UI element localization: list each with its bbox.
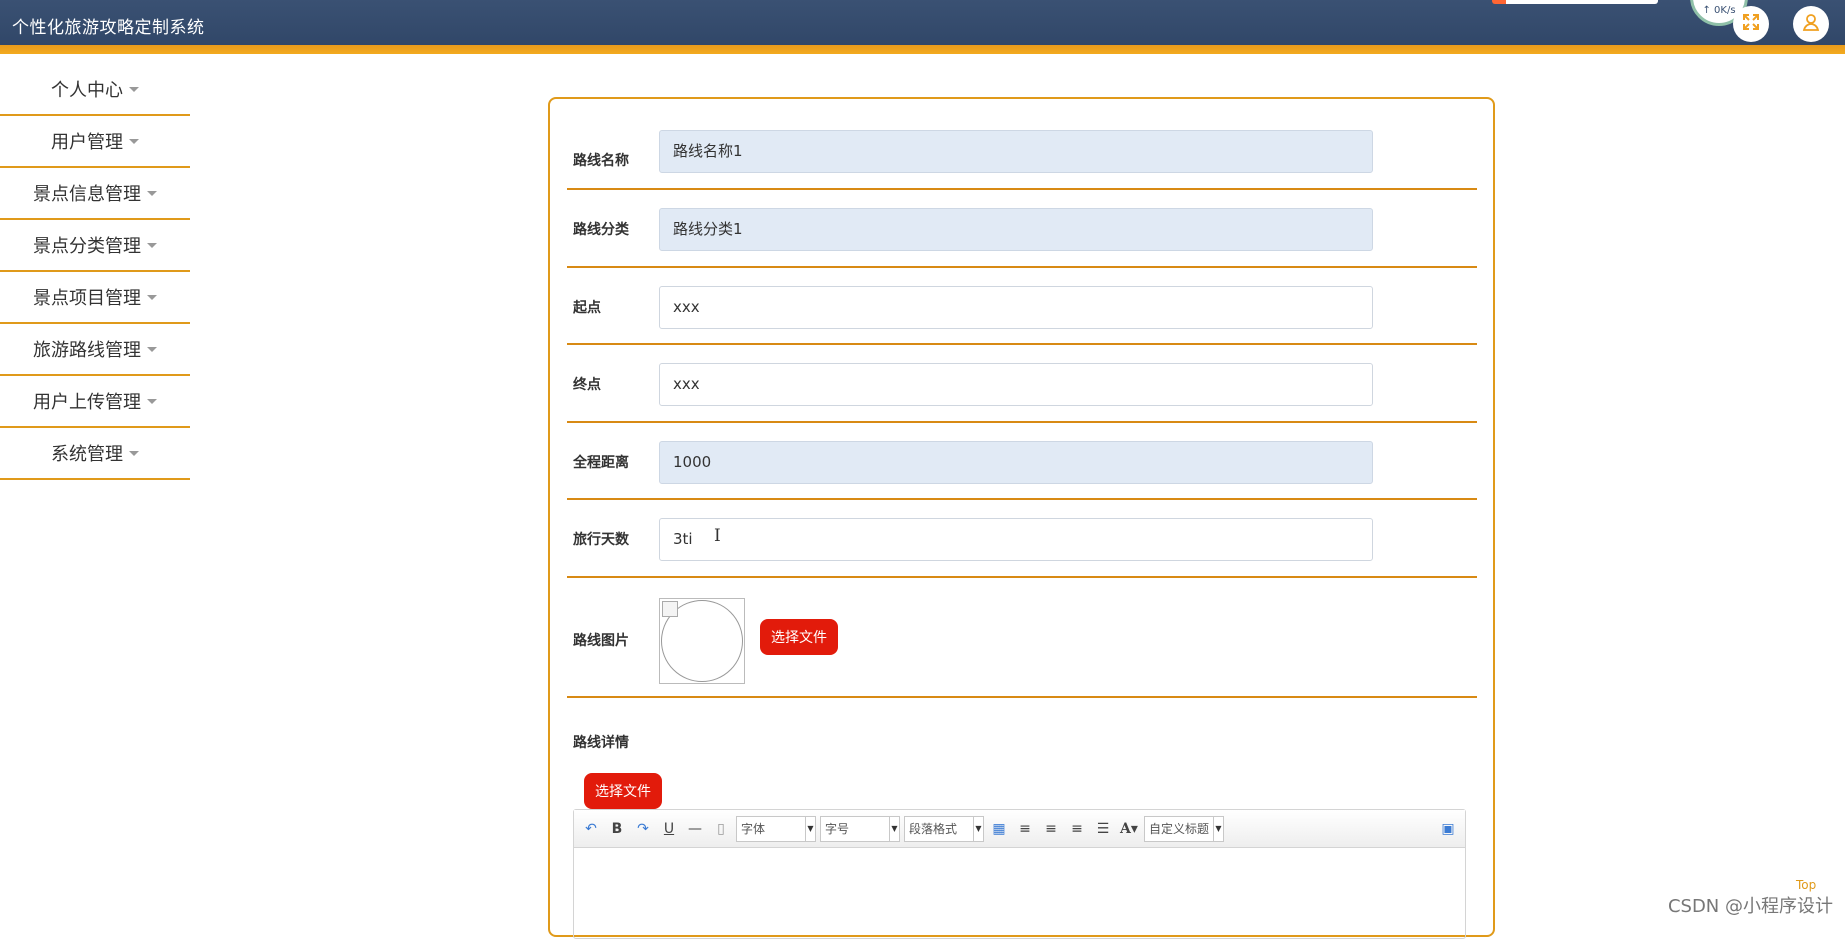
picture-label: 路线图片 bbox=[573, 630, 629, 650]
bold-icon[interactable]: B bbox=[606, 818, 628, 840]
sidebar-item-system[interactable]: 系统管理 bbox=[0, 428, 190, 480]
sidebar-item-user-uploads[interactable]: 用户上传管理 bbox=[0, 376, 190, 428]
caret-down-icon bbox=[147, 399, 157, 404]
dropdown-arrow-icon: ▼ bbox=[805, 817, 815, 841]
font-size-select[interactable]: 字号 ▼ bbox=[820, 816, 900, 842]
route-picture-preview bbox=[659, 598, 745, 684]
user-icon bbox=[1801, 12, 1821, 37]
distance-label: 全程距离 bbox=[573, 452, 629, 472]
top-header: 个性化旅游攻略定制系统 ↑ 0K/s bbox=[0, 0, 1845, 54]
caret-down-icon bbox=[129, 139, 139, 144]
distance-row: 全程距离 1000 bbox=[567, 423, 1477, 500]
route-name-label: 路线名称 bbox=[573, 150, 629, 170]
csdn-watermark: CSDN @小程序设计 bbox=[1668, 892, 1833, 918]
sidebar-item-label: 景点信息管理 bbox=[33, 180, 141, 206]
caret-down-icon bbox=[147, 295, 157, 300]
page-icon[interactable]: ▯ bbox=[710, 818, 732, 840]
end-row: 终点 xxx bbox=[567, 345, 1477, 423]
route-name-field[interactable]: 路线名称1 bbox=[659, 130, 1373, 173]
caret-down-icon bbox=[129, 451, 139, 456]
days-label: 旅行天数 bbox=[573, 529, 629, 549]
align-left-icon[interactable]: ≡ bbox=[1014, 818, 1036, 840]
picture-choose-file-button[interactable]: 选择文件 bbox=[760, 619, 838, 655]
paragraph-format-select[interactable]: 段落格式 ▼ bbox=[904, 816, 984, 842]
sidebar-item-label: 旅游路线管理 bbox=[33, 336, 141, 362]
picture-row: 路线图片 选择文件 bbox=[567, 578, 1477, 698]
dropdown-arrow-icon: ▼ bbox=[889, 817, 899, 841]
sidebar-item-label: 个人中心 bbox=[51, 76, 123, 102]
caret-down-icon bbox=[147, 347, 157, 352]
sidebar-item-attraction-category[interactable]: 景点分类管理 bbox=[0, 220, 190, 272]
text-cursor-icon: I bbox=[714, 526, 721, 546]
end-label: 终点 bbox=[573, 374, 601, 394]
table-icon[interactable]: ▦ bbox=[988, 818, 1010, 840]
sidebar-item-attraction-project[interactable]: 景点项目管理 bbox=[0, 272, 190, 324]
details-label: 路线详情 bbox=[573, 732, 629, 752]
sidebar-item-label: 用户上传管理 bbox=[33, 388, 141, 414]
dropdown-arrow-icon: ▼ bbox=[973, 817, 983, 841]
start-field[interactable]: xxx bbox=[659, 286, 1373, 329]
sidebar-item-label: 景点分类管理 bbox=[33, 232, 141, 258]
align-justify-icon[interactable]: ☰ bbox=[1092, 818, 1114, 840]
sidebar: 个人中心 用户管理 景点信息管理 景点分类管理 景点项目管理 旅游路线管理 用户… bbox=[0, 64, 190, 480]
route-form-panel: 路线名称 路线名称1 路线分类 路线分类1 起点 xxx 终点 xxx 全程距离… bbox=[548, 97, 1495, 937]
font-color-icon[interactable]: A▾ bbox=[1118, 818, 1140, 840]
details-choose-file-button[interactable]: 选择文件 bbox=[584, 773, 662, 809]
sidebar-item-attraction-info[interactable]: 景点信息管理 bbox=[0, 168, 190, 220]
route-category-label: 路线分类 bbox=[573, 219, 629, 239]
caret-down-icon bbox=[147, 191, 157, 196]
sidebar-item-label: 系统管理 bbox=[51, 440, 123, 466]
distance-field[interactable]: 1000 bbox=[659, 441, 1373, 484]
sidebar-item-user-management[interactable]: 用户管理 bbox=[0, 116, 190, 168]
header-accent-bar bbox=[0, 45, 1845, 54]
align-right-icon[interactable]: ≡ bbox=[1040, 818, 1062, 840]
editor-toolbar: ↶ B ↷ U — ▯ 字体 ▼ 字号 ▼ 段落格式 ▼ ▦ ≡ ≡ ≡ ☰ A▾ 自… bbox=[574, 810, 1465, 848]
caret-down-icon bbox=[147, 243, 157, 248]
route-category-row: 路线分类 路线分类1 bbox=[567, 190, 1477, 268]
end-field[interactable]: xxx bbox=[659, 363, 1373, 406]
sidebar-item-label: 用户管理 bbox=[51, 128, 123, 154]
expand-icon bbox=[1742, 13, 1760, 36]
broken-image-icon bbox=[662, 601, 678, 617]
undo-icon[interactable]: ↶ bbox=[580, 818, 602, 840]
network-speed-text: ↑ 0K/s bbox=[1702, 5, 1735, 16]
font-size-value: 字号 bbox=[825, 820, 849, 837]
start-label: 起点 bbox=[573, 297, 601, 317]
back-to-top-link[interactable]: Top bbox=[1796, 878, 1816, 892]
custom-title-value: 自定义标题 bbox=[1149, 820, 1209, 837]
underline-icon[interactable]: U bbox=[658, 818, 680, 840]
app-title: 个性化旅游攻略定制系统 bbox=[12, 13, 205, 38]
speed-widget-bar bbox=[1498, 0, 1658, 4]
custom-title-select[interactable]: 自定义标题▼ bbox=[1144, 816, 1224, 842]
sidebar-item-travel-routes[interactable]: 旅游路线管理 bbox=[0, 324, 190, 376]
route-category-field[interactable]: 路线分类1 bbox=[659, 208, 1373, 251]
dropdown-arrow-icon: ▼ bbox=[1213, 817, 1223, 841]
days-row: 旅行天数 3ti bbox=[567, 500, 1477, 578]
redo-icon[interactable]: ↷ bbox=[632, 818, 654, 840]
days-field[interactable]: 3ti bbox=[659, 518, 1373, 561]
sidebar-item-personal-center[interactable]: 个人中心 bbox=[0, 64, 190, 116]
caret-down-icon bbox=[129, 87, 139, 92]
start-row: 起点 xxx bbox=[567, 268, 1477, 345]
font-family-select[interactable]: 字体 ▼ bbox=[736, 816, 816, 842]
fullscreen-editor-icon[interactable]: ▣ bbox=[1437, 818, 1459, 840]
route-name-row: 路线名称 路线名称1 bbox=[567, 130, 1477, 190]
paragraph-format-value: 段落格式 bbox=[909, 820, 957, 837]
editor-content-area[interactable] bbox=[574, 848, 1465, 938]
fullscreen-button[interactable] bbox=[1733, 6, 1769, 42]
horizontal-rule-icon[interactable]: — bbox=[684, 818, 706, 840]
font-family-value: 字体 bbox=[741, 820, 765, 837]
user-menu-button[interactable] bbox=[1793, 6, 1829, 42]
align-center-icon[interactable]: ≡ bbox=[1066, 818, 1088, 840]
sidebar-item-label: 景点项目管理 bbox=[33, 284, 141, 310]
rich-text-editor: ↶ B ↷ U — ▯ 字体 ▼ 字号 ▼ 段落格式 ▼ ▦ ≡ ≡ ≡ ☰ A▾ 自… bbox=[573, 809, 1466, 939]
